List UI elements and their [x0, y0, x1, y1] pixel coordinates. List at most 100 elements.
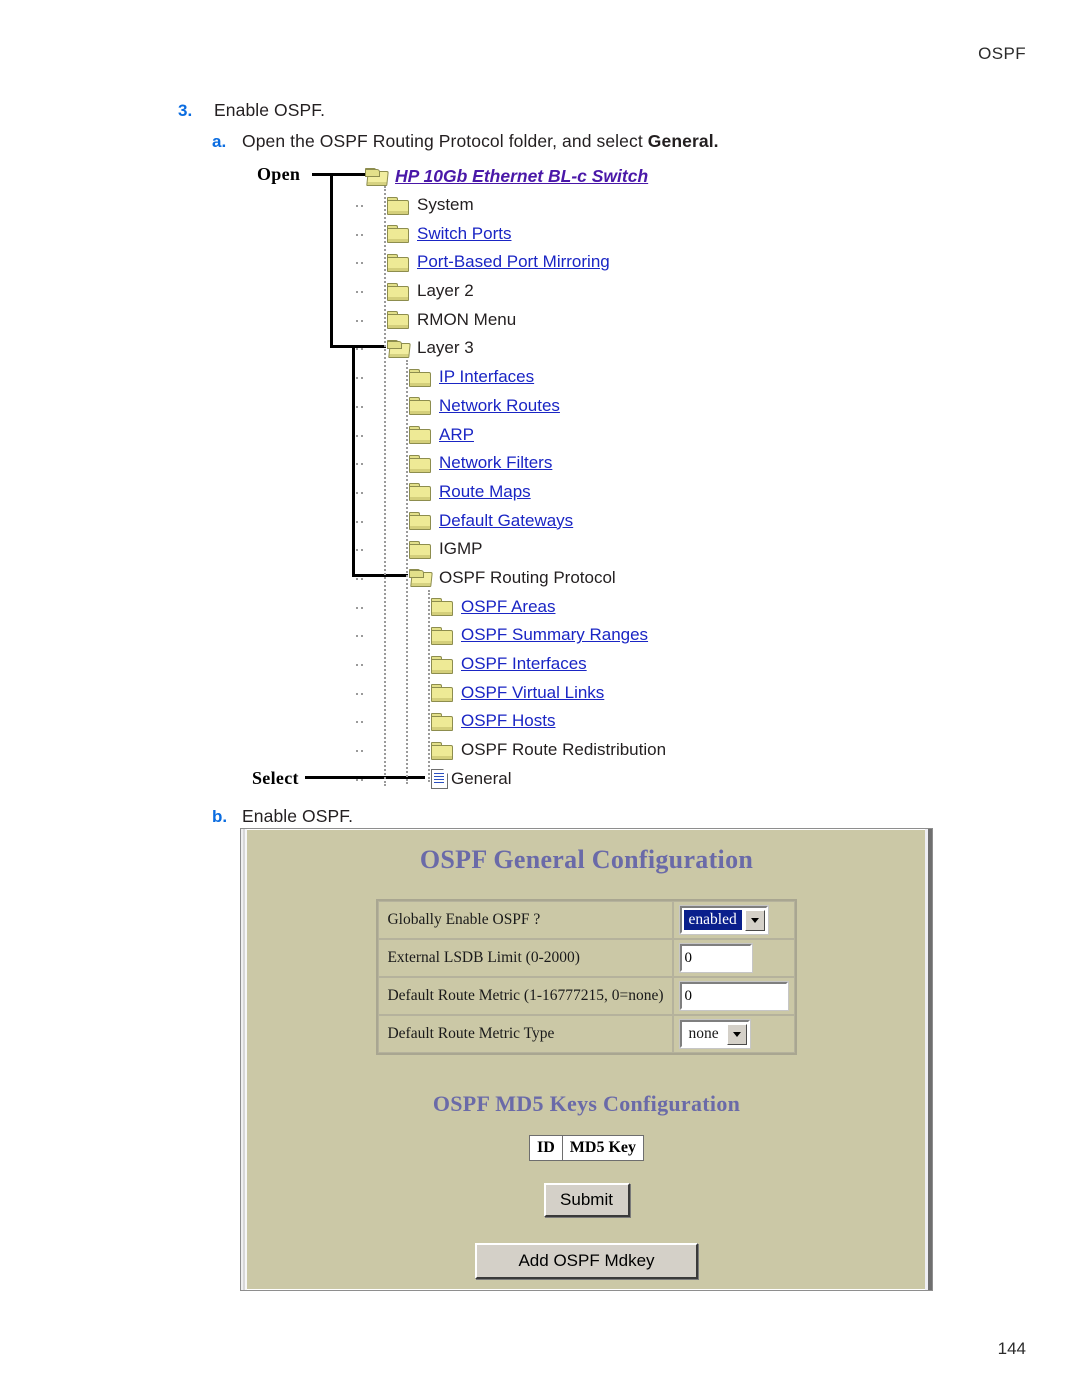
tree-tick [356, 750, 363, 753]
config-row: Globally Enable OSPF ? enabled [378, 901, 795, 939]
tree-node-layer-3: Layer 3 [356, 334, 925, 363]
tree-node-arp[interactable]: ARP [356, 420, 925, 449]
folder-body [431, 601, 453, 617]
tree-node-label: OSPF Route Redistribution [461, 740, 667, 760]
tree-node-network-filters[interactable]: Network Filters [356, 449, 925, 478]
tree-node-label[interactable]: OSPF Interfaces [461, 654, 587, 674]
folder-icon [431, 741, 453, 760]
tree-node-label: Layer 3 [417, 338, 474, 358]
tree-node-label: RMON Menu [417, 309, 517, 329]
tree-node-label: OSPF Routing Protocol [439, 567, 616, 587]
add-ospf-mdkey-button[interactable]: Add OSPF Mdkey [475, 1243, 698, 1279]
tree-node-general: General [356, 764, 925, 793]
tree-node-ospf-interfaces[interactable]: OSPF Interfaces [356, 650, 925, 679]
panel-left-scrollbar[interactable] [241, 829, 247, 1290]
open-folder-icon [409, 569, 433, 588]
folder-icon [387, 282, 409, 301]
step-3a-text: Open the OSPF Routing Protocol folder, a… [242, 131, 719, 152]
input-default-route-metric-1-16777215-0-none[interactable]: 0 [678, 981, 789, 1011]
tree-node-network-routes[interactable]: Network Routes [356, 392, 925, 421]
tree-tick [356, 348, 363, 351]
ospf-config-panel: OSPF General Configuration Globally Enab… [240, 828, 933, 1291]
tree-node-label[interactable]: OSPF Hosts [461, 711, 555, 731]
step-3a-text-bold: General. [647, 131, 719, 151]
chevron-down-icon[interactable] [744, 909, 765, 931]
folder-body [431, 629, 453, 645]
tree-tick [356, 491, 363, 494]
tree-node-hp-10gb-ethernet-bl-c-switch[interactable]: HP 10Gb Ethernet BL-c Switch [365, 162, 925, 191]
tree-node-label[interactable]: OSPF Summary Ranges [461, 625, 648, 645]
tree-node-ospf-summary-ranges[interactable]: OSPF Summary Ranges [356, 621, 925, 650]
tree-node-switch-ports[interactable]: Switch Ports [356, 219, 925, 248]
running-head: OSPF [978, 44, 1026, 63]
folder-body [409, 429, 431, 445]
tree-node-ospf-routing-protocol: OSPF Routing Protocol [356, 564, 925, 593]
folder-icon [387, 225, 409, 244]
folder-icon [409, 426, 431, 445]
config-field-label: External LSDB Limit (0-2000) [378, 939, 673, 977]
submit-button[interactable]: Submit [543, 1183, 630, 1217]
select-globally-enable-ospf[interactable]: enabled [678, 905, 769, 935]
tree-tick [356, 205, 363, 208]
folder-icon [409, 397, 431, 416]
folder-lid [409, 570, 424, 579]
chevron-down-icon[interactable] [726, 1023, 747, 1045]
folder-icon [431, 598, 453, 617]
folder-body [431, 715, 453, 731]
callout-open-leader-vertical [330, 173, 333, 348]
select-default-route-metric-type[interactable]: none [678, 1019, 751, 1049]
config-field-control-cell: none [672, 1015, 795, 1053]
folder-icon [387, 253, 409, 272]
tree-node-ospf-areas[interactable]: OSPF Areas [356, 592, 925, 621]
tree-tick [356, 319, 363, 322]
ospf-general-config-table: Globally Enable OSPF ? enabled External LS… [376, 899, 797, 1055]
folder-body [387, 228, 409, 244]
tree-node-label[interactable]: Port-Based Port Mirroring [417, 252, 610, 272]
tree-node-label[interactable]: Network Filters [439, 453, 552, 473]
tree-node-port-based-port-mirroring[interactable]: Port-Based Port Mirroring [356, 248, 925, 277]
tree-tick [356, 520, 363, 523]
open-folder-icon [387, 339, 411, 358]
tree-node-ip-interfaces[interactable]: IP Interfaces [356, 363, 925, 392]
tree-node-label[interactable]: OSPF Virtual Links [461, 683, 604, 703]
md5-keys-table: ID MD5 Key [529, 1135, 644, 1161]
folder-body [409, 486, 431, 502]
tree-node-rmon-menu: RMON Menu [356, 305, 925, 334]
folder-icon [431, 712, 453, 731]
callout-open-label: Open [257, 164, 301, 184]
tree-tick [356, 721, 363, 724]
tree-node-label[interactable]: Default Gateways [439, 511, 573, 531]
step-3-marker: 3. [178, 101, 193, 120]
tree-node-ospf-hosts[interactable]: OSPF Hosts [356, 707, 925, 736]
config-field-label: Globally Enable OSPF ? [378, 901, 673, 939]
tree-node-ospf-route-redistribution: OSPF Route Redistribution [356, 736, 925, 765]
tree-tick [356, 606, 363, 609]
folder-body [409, 371, 431, 387]
folder-icon [431, 655, 453, 674]
tree-node-label[interactable]: IP Interfaces [439, 367, 534, 387]
tree-tick [356, 405, 363, 408]
tree-node-default-gateways[interactable]: Default Gateways [356, 506, 925, 535]
tree-node-label[interactable]: HP 10Gb Ethernet BL-c Switch [395, 166, 648, 187]
tree-tick [356, 291, 363, 294]
folder-body [431, 687, 453, 703]
config-row: Default Route Metric Type none [378, 1015, 795, 1053]
callout-select-label: Select [252, 768, 299, 788]
tree-node-layer-2: Layer 2 [356, 277, 925, 306]
tree-node-label[interactable]: Network Routes [439, 396, 560, 416]
ospf-general-configuration-title: OSPF General Configuration [419, 845, 754, 874]
input-external-lsdb-limit-0-2000[interactable]: 0 [678, 943, 753, 973]
folder-icon [387, 196, 409, 215]
tree-node-label[interactable]: Route Maps [439, 482, 531, 502]
navigation-tree: HP 10Gb Ethernet BL-c Switch System Switch… [356, 162, 925, 793]
tree-node-label[interactable]: Switch Ports [417, 224, 511, 244]
folder-body [387, 285, 409, 301]
tree-node-label[interactable]: ARP [439, 425, 474, 445]
tree-tick [356, 692, 363, 695]
tree-node-igmp: IGMP [356, 535, 925, 564]
tree-node-ospf-virtual-links[interactable]: OSPF Virtual Links [356, 678, 925, 707]
folder-icon [431, 684, 453, 703]
tree-node-label[interactable]: OSPF Areas [461, 597, 555, 617]
folder-icon [409, 540, 431, 559]
tree-node-route-maps[interactable]: Route Maps [356, 478, 925, 507]
